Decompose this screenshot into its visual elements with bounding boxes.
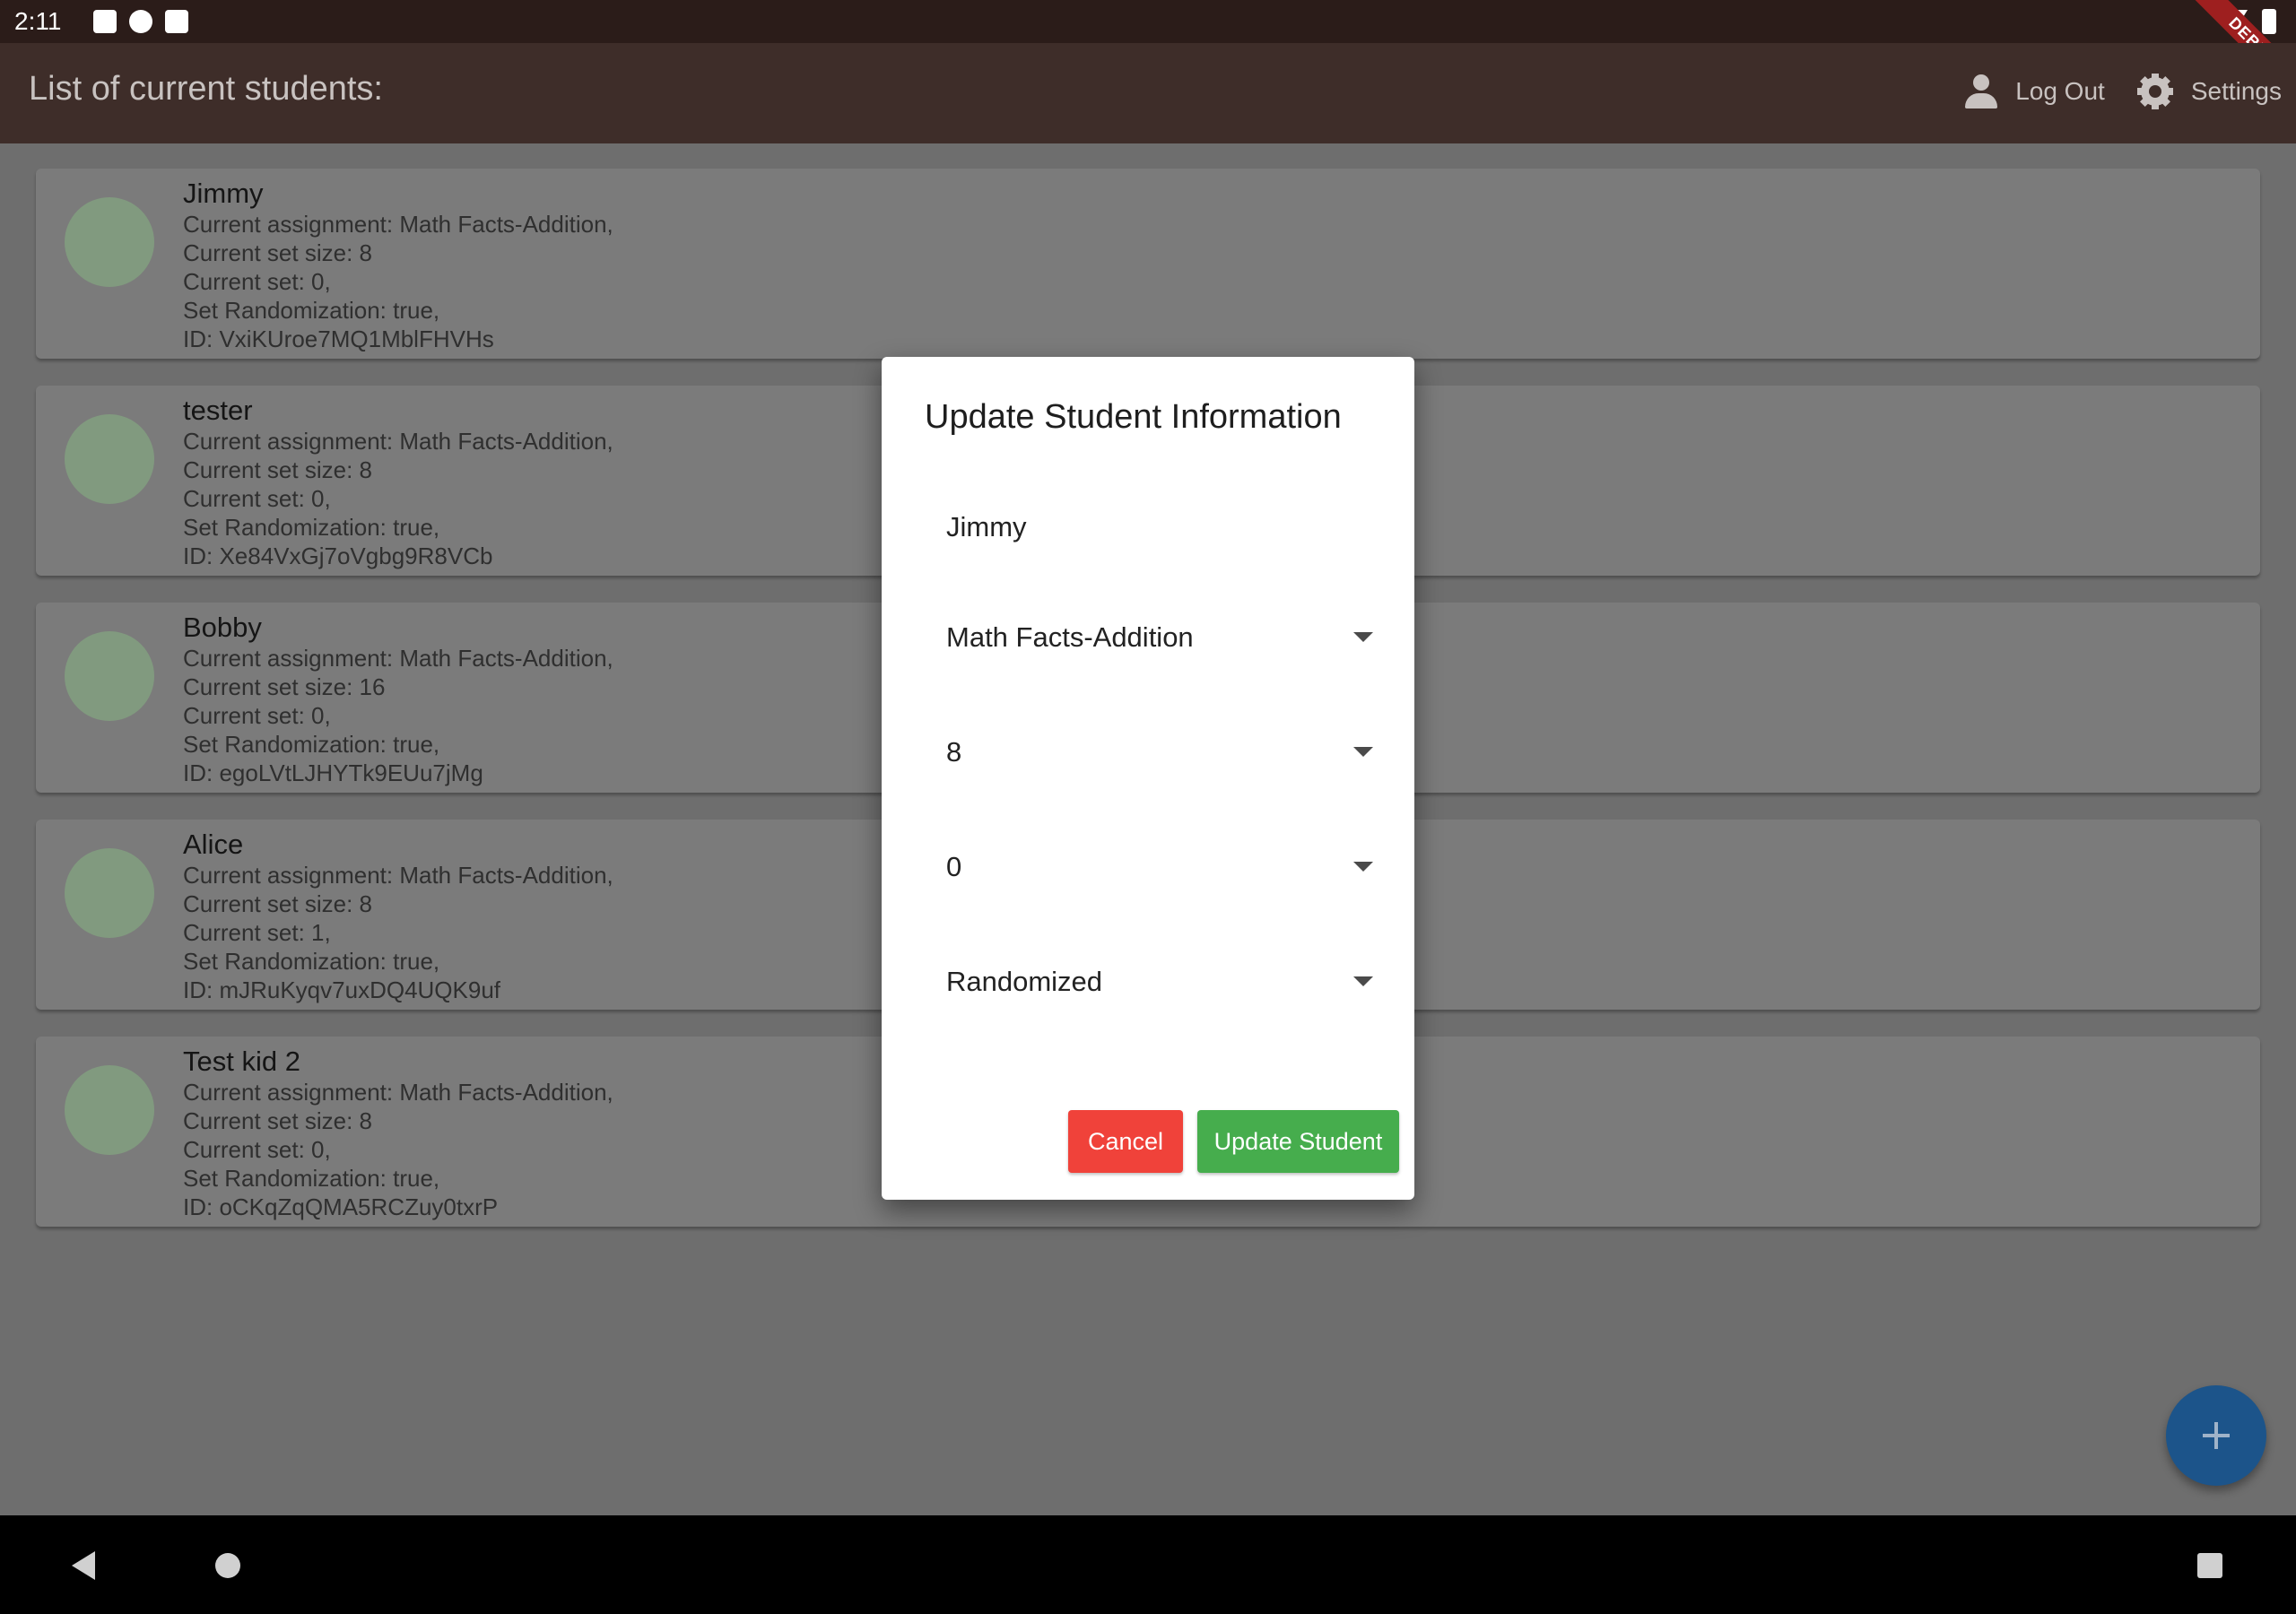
- logout-label: Log Out: [2015, 77, 2105, 105]
- set-size-dropdown[interactable]: 8: [925, 725, 1373, 779]
- student-info: tester Current assignment: Math Facts-Ad…: [183, 395, 613, 570]
- student-name: tester: [183, 395, 253, 426]
- avatar: [65, 197, 154, 287]
- settings-label: Settings: [2190, 77, 2282, 105]
- assignment-dropdown-value: Math Facts-Addition: [946, 621, 1194, 653]
- current-set-dropdown-value: 0: [946, 851, 962, 882]
- logout-button[interactable]: Log Out: [1965, 74, 2105, 108]
- recents-icon[interactable]: [2197, 1553, 2222, 1578]
- avatar: [65, 631, 154, 721]
- update-student-dialog: Update Student Information Jimmy Math Fa…: [882, 357, 1414, 1200]
- student-assignment: Current assignment: Math Facts-Addition,: [183, 211, 613, 238]
- student-set-size: Current set size: 16: [183, 673, 386, 700]
- student-assignment: Current assignment: Math Facts-Addition,: [183, 428, 613, 455]
- plus-icon: [2203, 1422, 2230, 1449]
- student-randomization: Set Randomization: true,: [183, 731, 440, 758]
- student-current-set: Current set: 0,: [183, 268, 331, 295]
- student-id: ID: mJRuKyqv7uxDQ4UQK9uf: [183, 976, 501, 1003]
- arrow-drop-down-icon: [1353, 632, 1373, 642]
- avatar: [65, 848, 154, 938]
- navigation-bar: [0, 1515, 2296, 1614]
- student-name: Alice: [183, 829, 244, 860]
- back-icon[interactable]: [72, 1551, 95, 1580]
- student-card[interactable]: Jimmy Current assignment: Math Facts-Add…: [36, 169, 2260, 359]
- current-set-dropdown[interactable]: 0: [925, 840, 1373, 894]
- randomization-dropdown[interactable]: Randomized: [925, 955, 1373, 1009]
- home-icon[interactable]: [215, 1553, 240, 1578]
- student-current-set: Current set: 0,: [183, 702, 331, 729]
- student-name: Jimmy: [183, 178, 264, 209]
- status-bar: 2:11 DEBUG: [0, 0, 2296, 105]
- dialog-title: Update Student Information: [925, 398, 1342, 436]
- avatar: [65, 1065, 154, 1155]
- update-student-button[interactable]: Update Student: [1197, 1110, 1399, 1173]
- person-icon: [1965, 74, 1998, 108]
- add-student-button[interactable]: [2166, 1385, 2266, 1486]
- student-id: ID: VxiKUroe7MQ1MblFHVHs: [183, 325, 494, 352]
- settings-button[interactable]: Settings: [2136, 74, 2282, 109]
- student-assignment: Current assignment: Math Facts-Addition,: [183, 862, 613, 889]
- page-title: List of current students:: [29, 70, 383, 108]
- arrow-drop-down-icon: [1353, 747, 1373, 757]
- student-assignment: Current assignment: Math Facts-Addition,: [183, 645, 613, 672]
- battery-icon: [2262, 9, 2276, 34]
- student-set-size: Current set size: 8: [183, 1107, 372, 1134]
- sd-card-icon: [165, 10, 189, 33]
- student-info: Test kid 2 Current assignment: Math Fact…: [183, 1046, 613, 1221]
- student-randomization: Set Randomization: true,: [183, 948, 440, 975]
- set-size-dropdown-value: 8: [946, 736, 962, 768]
- status-time: 2:11: [14, 7, 62, 35]
- student-assignment: Current assignment: Math Facts-Addition,: [183, 1079, 613, 1106]
- app-notification-icon: [129, 10, 153, 33]
- student-current-set: Current set: 1,: [183, 919, 331, 946]
- student-info: Alice Current assignment: Math Facts-Add…: [183, 829, 613, 1004]
- student-randomization: Set Randomization: true,: [183, 514, 440, 541]
- student-name: Test kid 2: [183, 1046, 300, 1077]
- student-id: ID: Xe84VxGj7oVgbg9R8VCb: [183, 542, 493, 569]
- student-info: Bobby Current assignment: Math Facts-Add…: [183, 612, 613, 787]
- student-randomization: Set Randomization: true,: [183, 1165, 440, 1192]
- student-id: ID: oCKqZqQMA5RCZuy0txrP: [183, 1193, 499, 1220]
- avatar: [65, 414, 154, 504]
- keyboard-icon: [93, 10, 117, 33]
- student-set-size: Current set size: 8: [183, 456, 372, 483]
- randomization-dropdown-value: Randomized: [946, 966, 1103, 997]
- app-bar-actions: Log Out Settings: [1965, 74, 2282, 109]
- app-bar: List of current students: Log Out Settin…: [0, 43, 2296, 143]
- student-info: Jimmy Current assignment: Math Facts-Add…: [183, 178, 613, 353]
- student-set-size: Current set size: 8: [183, 239, 372, 266]
- student-set-size: Current set size: 8: [183, 890, 372, 917]
- assignment-dropdown[interactable]: Math Facts-Addition: [925, 611, 1373, 664]
- gear-icon: [2136, 74, 2173, 109]
- arrow-drop-down-icon: [1353, 976, 1373, 986]
- student-current-set: Current set: 0,: [183, 485, 331, 512]
- name-field-value: Jimmy: [946, 511, 1027, 542]
- student-randomization: Set Randomization: true,: [183, 297, 440, 324]
- student-id: ID: egoLVtLJHYTk9EUu7jMg: [183, 759, 483, 786]
- notification-icons: [93, 10, 189, 33]
- name-field[interactable]: Jimmy: [925, 500, 1373, 554]
- student-current-set: Current set: 0,: [183, 1136, 331, 1163]
- cancel-button[interactable]: Cancel: [1068, 1110, 1183, 1173]
- arrow-drop-down-icon: [1353, 862, 1373, 872]
- student-name: Bobby: [183, 612, 262, 643]
